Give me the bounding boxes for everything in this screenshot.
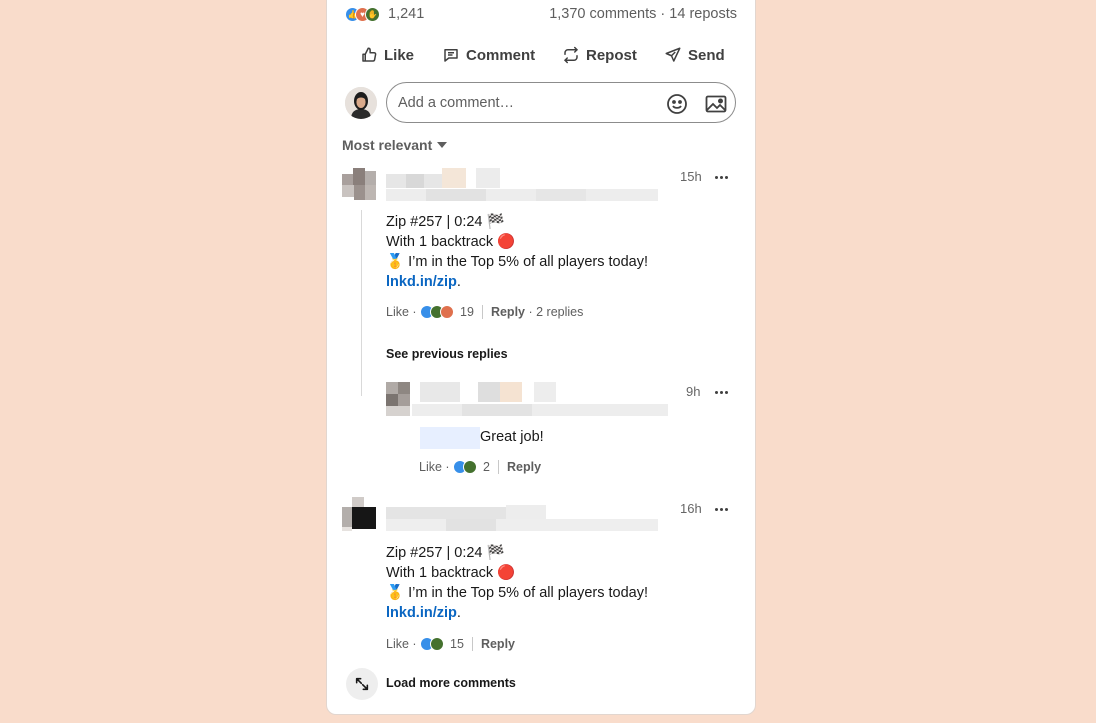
- celebrate-icon: [430, 637, 445, 651]
- like-button[interactable]: Like: [360, 40, 414, 70]
- thumbs-up-icon: [362, 47, 377, 62]
- comment-reply-button[interactable]: Reply: [481, 637, 515, 651]
- avatar-photo: [345, 87, 377, 119]
- celebrate-icon: [463, 460, 478, 474]
- comment-line: lnkd.in/zip.: [386, 603, 648, 623]
- send-button[interactable]: Send: [664, 40, 725, 70]
- love-icon: [440, 305, 455, 319]
- reply-like-button[interactable]: Like: [419, 460, 442, 474]
- send-label: Send: [688, 46, 725, 64]
- thread-line: [361, 210, 362, 396]
- divider: [471, 637, 473, 651]
- meta-dot: ·: [525, 305, 537, 319]
- comment-input[interactable]: [396, 91, 650, 115]
- comment-body: Zip #257 | 0:24 🏁 With 1 backtrack 🔴 🥇 I…: [386, 543, 648, 623]
- reaction-count[interactable]: 1,241: [388, 5, 424, 23]
- image-icon[interactable]: [704, 92, 728, 116]
- comment-timestamp: 16h: [680, 501, 702, 516]
- expand-icon[interactable]: [346, 668, 378, 700]
- comments-reposts-summary[interactable]: 1,370 comments · 14 reposts: [549, 5, 737, 23]
- comment-body: Zip #257 | 0:24 🏁 With 1 backtrack 🔴 🥇 I…: [386, 212, 648, 292]
- repost-label: Repost: [586, 46, 637, 64]
- comment-icon: [444, 49, 458, 62]
- social-counts: 👍 ♥ ✋ 1,241 1,370 comments · 14 reposts: [345, 5, 737, 23]
- comment-like-button[interactable]: Like: [386, 305, 409, 319]
- sort-dropdown[interactable]: Most relevant: [342, 137, 448, 153]
- comment-reply-button[interactable]: Reply: [491, 305, 525, 319]
- reply-reply-button[interactable]: Reply: [507, 460, 541, 474]
- repost-icon: [564, 46, 578, 64]
- more-options-icon[interactable]: [711, 384, 731, 400]
- caret-down-icon: [437, 142, 448, 148]
- commenter-avatar[interactable]: [342, 168, 376, 202]
- replies-count[interactable]: 2 replies: [536, 305, 583, 319]
- like-label: Like: [384, 46, 415, 64]
- meta-dot: ·: [408, 637, 421, 651]
- celebrate-icon: ✋: [365, 6, 380, 22]
- mention-blurred[interactable]: [420, 427, 480, 449]
- zip-link[interactable]: lnkd.in/zip: [386, 605, 457, 621]
- replier-avatar[interactable]: [386, 382, 410, 416]
- reply-timestamp: 9h: [686, 384, 701, 399]
- zip-link[interactable]: lnkd.in/zip: [386, 274, 457, 290]
- comment-label: Comment: [466, 46, 536, 64]
- comment-meta: Like · 19 Reply · 2 replies: [386, 304, 583, 320]
- commenter-name-blurred[interactable]: [386, 497, 658, 531]
- comment-timestamp: 15h: [680, 169, 702, 184]
- comment-meta: Like · 15 Reply: [386, 636, 515, 652]
- action-bar: Like Comment Repost Send: [344, 40, 736, 70]
- divider: [498, 460, 499, 474]
- meta-dot: ·: [441, 460, 454, 474]
- repost-button[interactable]: Repost: [562, 40, 637, 70]
- replier-name-blurred[interactable]: [412, 382, 668, 416]
- link-suffix: .: [456, 274, 461, 290]
- comment-line: With 1 backtrack 🔴: [386, 234, 516, 250]
- reply-text: Great job!: [480, 429, 544, 445]
- send-icon: [665, 47, 681, 62]
- more-options-icon[interactable]: [711, 501, 731, 517]
- sort-label: Most relevant: [342, 137, 433, 153]
- load-more-comments-button[interactable]: Load more comments: [386, 676, 516, 690]
- reply-reaction-count[interactable]: 2: [483, 460, 490, 474]
- commenter-name-blurred[interactable]: [386, 168, 658, 202]
- reaction-icons[interactable]: 👍 ♥ ✋: [345, 5, 380, 23]
- comment-line: Zip #257 | 0:24 🏁: [386, 545, 505, 561]
- comment-line: With 1 backtrack 🔴: [386, 565, 516, 581]
- meta-dot: ·: [408, 305, 421, 319]
- comment-line: 🥇 I’m in the Top 5% of all players today…: [386, 254, 648, 270]
- comment-reaction-count[interactable]: 15: [450, 637, 464, 651]
- comment-line: Zip #257 | 0:24 🏁: [386, 214, 505, 230]
- see-previous-replies-button[interactable]: See previous replies: [386, 347, 508, 361]
- comment-reaction-count[interactable]: 19: [460, 305, 474, 319]
- reply-meta: Like · 2 Reply: [419, 459, 541, 475]
- commenter-avatar[interactable]: [342, 497, 376, 531]
- divider: [481, 305, 483, 319]
- comment-button[interactable]: Comment: [442, 40, 535, 70]
- comment-composer[interactable]: [386, 82, 736, 123]
- comment-line: lnkd.in/zip.: [386, 272, 648, 292]
- comment-line: 🥇 I’m in the Top 5% of all players today…: [386, 585, 648, 601]
- more-options-icon[interactable]: [711, 169, 731, 185]
- emoji-icon[interactable]: [665, 92, 689, 116]
- current-user-avatar[interactable]: [345, 87, 377, 119]
- link-suffix: .: [456, 605, 461, 621]
- comment-like-button[interactable]: Like: [386, 637, 409, 651]
